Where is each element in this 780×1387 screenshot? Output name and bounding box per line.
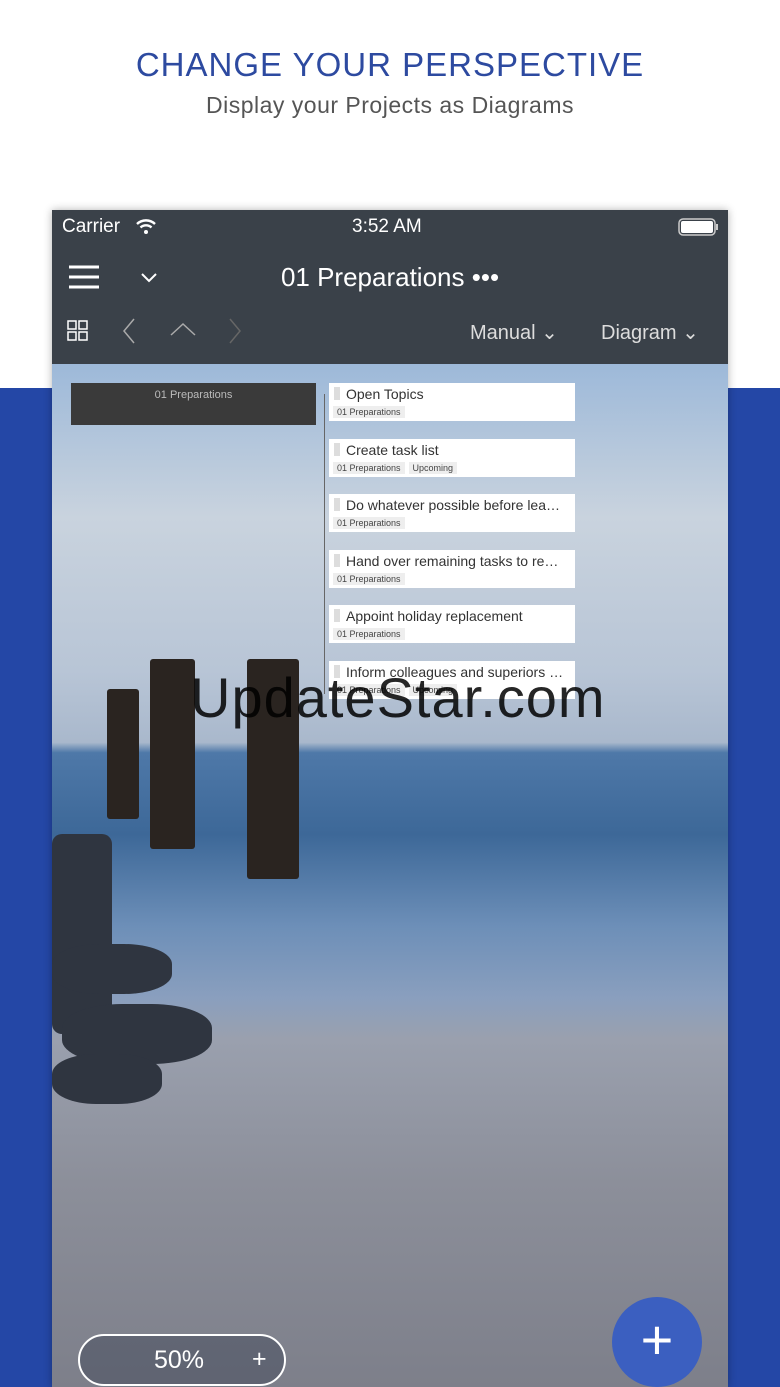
task-card[interactable]: Open Topics 01 Preparations [329,383,575,421]
view-dropdown[interactable]: Diagram ⌄ [601,320,699,345]
task-color-marker [334,442,340,456]
carrier: Carrier [62,216,121,237]
promo-subtitle: Display your Projects as Diagrams [205,92,574,118]
rock [52,944,172,994]
task-card[interactable]: Appoint holiday replacement 01 Preparatio… [329,605,575,644]
task-tag: 01 Preparations [333,461,405,474]
task-card[interactable]: Hand over remaining tasks to re… 01 Prepa… [329,549,575,588]
promo-headline: CHANGE YOUR PERSPECTIVE [135,46,645,83]
task-color-marker [334,387,340,400]
zoom-in-button[interactable]: + [252,1345,267,1374]
grid-icon[interactable] [67,320,89,342]
diagram-canvas[interactable]: 01 Preparations Open Topics 01 Preparatio… [52,364,728,1387]
post [150,659,195,849]
task-title: Appoint holiday replacement [346,608,523,625]
task-tag: 01 Preparations [333,572,405,585]
device-screen: Carrier 3:52 AM 01 Preparations ••• Manu… [52,210,728,1387]
task-card[interactable]: Do whatever possible before lea… 01 Prepa… [329,494,575,533]
task-color-marker [334,553,340,567]
project-title[interactable]: 01 Preparations ••• [52,262,728,293]
task-title: Hand over remaining tasks to re… [346,552,559,569]
post [107,689,139,819]
wifi-icon [136,219,156,234]
forward-icon[interactable] [228,318,242,344]
task-title: Open Topics [346,386,424,402]
up-icon[interactable] [170,322,196,336]
connector-line [324,394,325,694]
top-bar: Carrier 3:52 AM 01 Preparations ••• Manu… [52,210,728,364]
battery-icon [678,218,718,236]
task-color-marker [334,609,340,623]
zoom-level: 50% [154,1346,205,1374]
clock: 3:52 AM [352,216,422,237]
task-title: Create task list [346,441,439,458]
task-tag: 01 Preparations [333,406,405,418]
zoom-control[interactable]: 50% + [78,1334,286,1386]
rock [52,834,112,1034]
rock [52,1054,162,1104]
task-color-marker [334,498,340,512]
task-tag: Upcoming [408,461,458,474]
task-tag: 01 Preparations [333,628,405,641]
task-tag: 01 Preparations [333,517,405,530]
task-card[interactable]: Create task list 01 Preparations Upcoming [329,438,575,477]
root-node[interactable]: 01 Preparations [71,383,316,425]
watermark: UpdateStar.com [190,666,606,729]
task-title: Do whatever possible before lea… [346,497,561,514]
more-icon[interactable]: ••• [472,262,499,292]
add-button[interactable]: + [612,1297,702,1387]
back-icon[interactable] [122,318,136,344]
sort-dropdown[interactable]: Manual ⌄ [470,320,558,345]
